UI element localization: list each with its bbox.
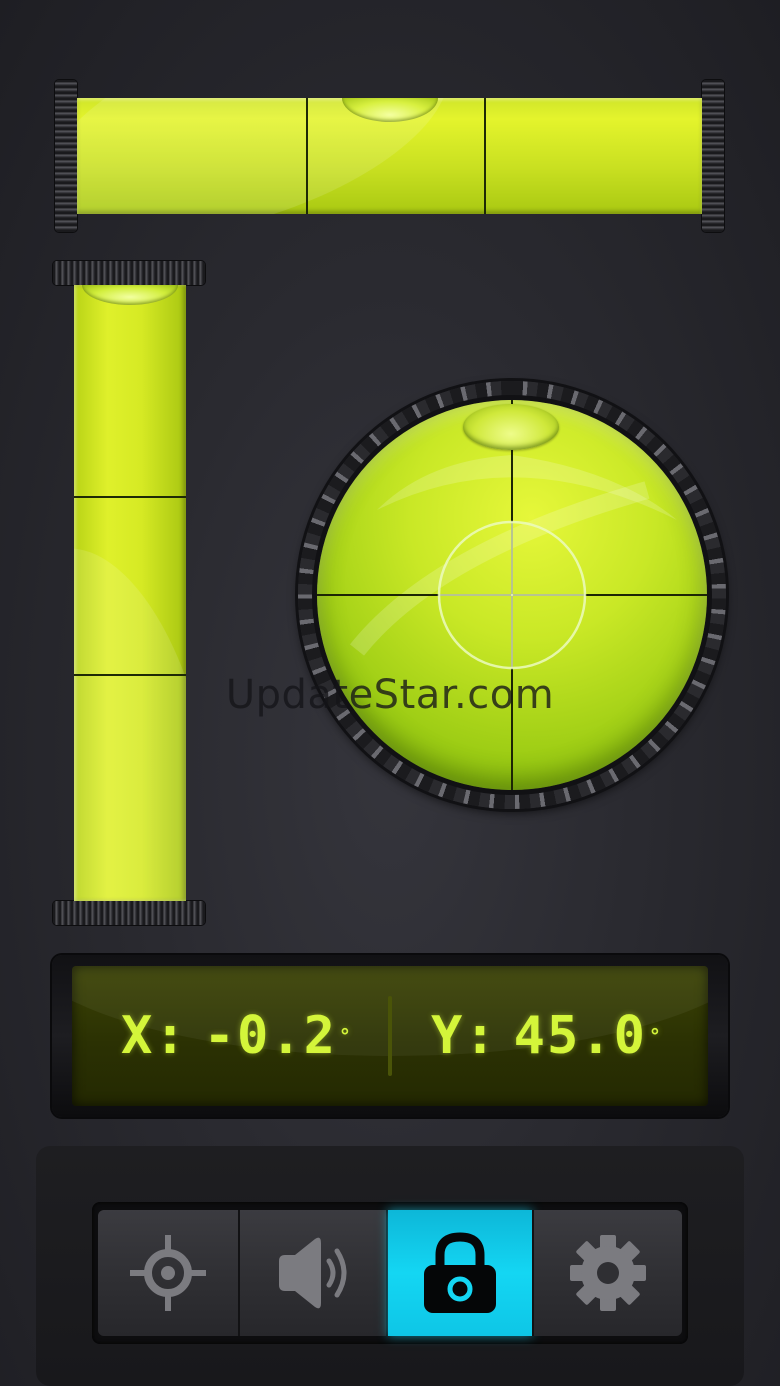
x-angle-readout: X: -0.2 °	[92, 966, 382, 1106]
vertical-level-top-cap	[53, 261, 205, 285]
settings-button[interactable]	[534, 1210, 682, 1336]
x-angle-label: X:	[121, 1006, 188, 1066]
vertical-level-tube	[74, 285, 186, 901]
horizontal-level-tube	[77, 98, 702, 214]
bullseye-level-crosshair	[317, 400, 707, 790]
lock-button[interactable]	[388, 1210, 532, 1336]
bullseye-level-globe	[317, 400, 707, 790]
readout-divider	[388, 996, 392, 1076]
horizontal-level-right-cap	[702, 80, 724, 232]
crosshair-icon	[130, 1235, 206, 1311]
watermark-text: UpdateStar.com	[225, 672, 555, 718]
x-degree-symbol: °	[338, 1024, 353, 1048]
y-degree-symbol: °	[648, 1024, 663, 1048]
angle-display: X: -0.2 ° Y: 45.0 °	[72, 966, 708, 1106]
horizontal-level-bubble	[342, 98, 438, 122]
horizontal-level-mark-left	[306, 98, 308, 214]
horizontal-level-mark-right	[484, 98, 486, 214]
vertical-level-mark-top	[74, 496, 186, 498]
sound-button[interactable]	[240, 1210, 386, 1336]
gear-icon	[570, 1235, 646, 1311]
y-angle-readout: Y: 45.0 °	[402, 966, 692, 1106]
vertical-level-bottom-cap	[53, 901, 205, 925]
bullseye-level-bubble	[463, 404, 559, 450]
y-angle-value: 45.0	[513, 1006, 647, 1066]
toolbar	[92, 1202, 688, 1344]
lock-icon	[424, 1232, 496, 1313]
y-angle-label: Y:	[431, 1006, 498, 1066]
speaker-icon	[279, 1237, 347, 1309]
horizontal-level-left-cap	[55, 80, 77, 232]
bullseye-level-bezel	[298, 381, 726, 809]
x-angle-value: -0.2	[203, 1006, 337, 1066]
calibrate-button[interactable]	[98, 1210, 238, 1336]
toolbar-panel	[36, 1146, 744, 1386]
angle-display-frame: X: -0.2 ° Y: 45.0 °	[52, 955, 728, 1117]
vertical-level-bubble	[82, 285, 178, 305]
